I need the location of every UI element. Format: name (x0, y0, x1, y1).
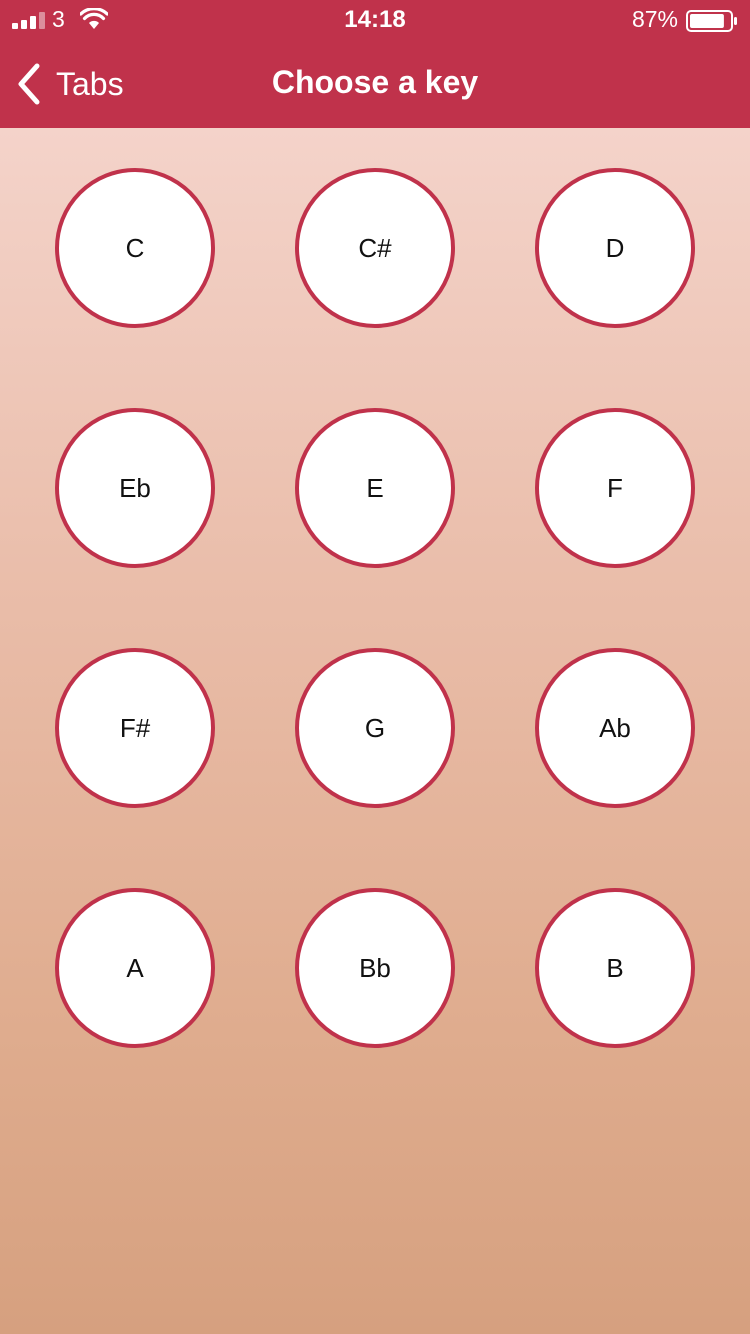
key-button-f-sharp[interactable]: F# (55, 648, 215, 808)
key-button-a-flat[interactable]: Ab (535, 648, 695, 808)
key-button-b-flat[interactable]: Bb (295, 888, 455, 1048)
key-button-d[interactable]: D (535, 168, 695, 328)
key-button-a[interactable]: A (55, 888, 215, 1048)
key-button-f[interactable]: F (535, 408, 695, 568)
key-button-g[interactable]: G (295, 648, 455, 808)
key-grid: C C# D Eb E F F# G Ab A Bb B (55, 168, 695, 1048)
page-title: Choose a key (271, 64, 479, 100)
key-button-b[interactable]: B (535, 888, 695, 1048)
key-button-e-flat[interactable]: Eb (55, 408, 215, 568)
key-button-c[interactable]: C (55, 168, 215, 328)
battery-icon (686, 10, 737, 32)
key-button-e[interactable]: E (295, 408, 455, 568)
key-button-c-sharp[interactable]: C# (295, 168, 455, 328)
key-picker-area: C C# D Eb E F F# G Ab A Bb B (0, 128, 750, 1334)
navigation-header: 3 14:18 87% Tabs Choose a key (0, 0, 750, 128)
status-bar: 3 14:18 87% (0, 0, 750, 40)
battery-percent: 87% (631, 6, 678, 32)
